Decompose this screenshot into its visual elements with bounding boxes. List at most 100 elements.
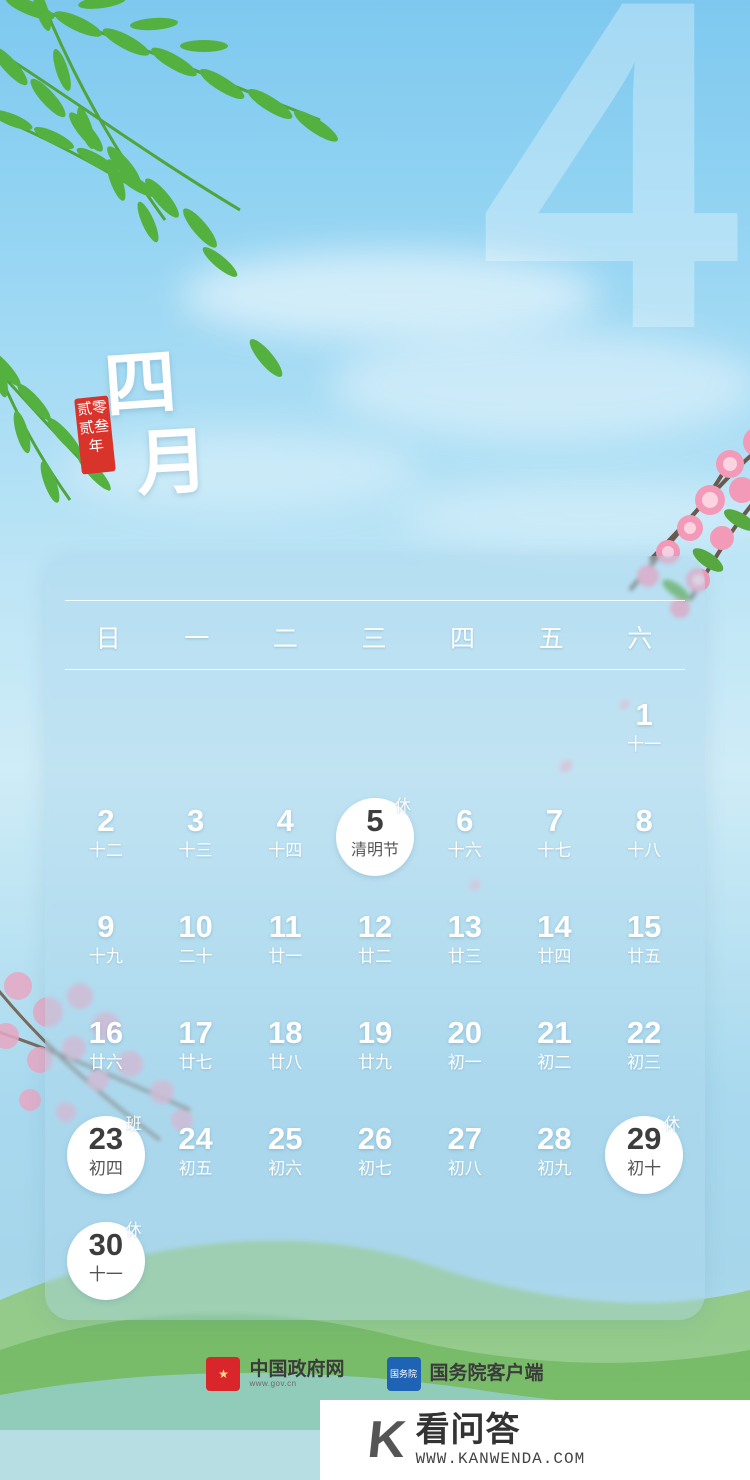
calendar-day-cell[interactable]: 17 廿七: [151, 1002, 241, 1108]
day-number: 3: [186, 803, 205, 838]
calendar-day-cell[interactable]: 6 十六: [420, 790, 510, 896]
day-lunar-label: 十九: [88, 947, 123, 966]
day-lunar-label: 初三: [627, 1053, 662, 1072]
poster-root: 4 四 月 贰零贰叁年 日 一 二 三 四 五 六 1 十一 2 十二 3 十三…: [0, 0, 750, 1480]
calendar-day-cell[interactable]: 13 廿三: [420, 896, 510, 1002]
weekday-mon: 一: [184, 626, 212, 653]
day-number: 15: [626, 909, 662, 944]
day-lunar-label: 十二: [88, 841, 123, 860]
calendar-day-cell[interactable]: 18 廿八: [240, 1002, 330, 1108]
calendar-day-cell[interactable]: 休 30 十一: [61, 1214, 151, 1320]
calendar-day-cell[interactable]: 1 十一: [599, 684, 689, 790]
day-number: 28: [537, 1121, 572, 1156]
day-lunar-label: 初五: [178, 1159, 213, 1178]
calendar-cell-empty: [510, 684, 600, 790]
calendar-cell-empty: [420, 684, 510, 790]
calendar-day-cell[interactable]: 11 廿一: [240, 896, 330, 1002]
watermark-url: WWW.KANWENDA.COM: [415, 1450, 586, 1468]
gov-logo-url: www.gov.cn: [249, 1378, 297, 1388]
day-lunar-label: 二十: [178, 947, 213, 966]
calendar-day-cell[interactable]: 27 初八: [420, 1108, 510, 1214]
day-lunar-label: 廿一: [268, 947, 303, 966]
calendar-day-cell[interactable]: 24 初五: [151, 1108, 241, 1214]
weekday-fri: 五: [538, 626, 566, 653]
calendar-day-cell[interactable]: 休 29 初十: [599, 1108, 689, 1214]
day-number: 17: [178, 1015, 213, 1050]
calendar-day-cell[interactable]: 2 十二: [61, 790, 151, 896]
calendar-cell-empty: [61, 684, 151, 790]
day-lunar-label: 初七: [357, 1159, 392, 1178]
day-number: 4: [276, 803, 294, 838]
calendar-day-cell[interactable]: 4 十四: [240, 790, 330, 896]
day-lunar-label: 廿三: [447, 947, 482, 966]
watermark-mark-icon: K: [364, 1411, 409, 1469]
calendar-day-cell[interactable]: 14 廿四: [510, 896, 600, 1002]
calendar-day-cell[interactable]: 22 初三: [599, 1002, 689, 1108]
calendar-card: 日 一 二 三 四 五 六 1 十一 2 十二 3 十三 4 十四 休 5 清明节 6 十六 7 十七 8 十八…: [45, 556, 705, 1320]
calendar-cell-empty: [240, 684, 330, 790]
weekday-thu: 四: [450, 626, 478, 653]
day-lunar-label: 初二: [537, 1053, 572, 1072]
day-number: 16: [88, 1015, 124, 1050]
day-number: 14: [537, 909, 572, 944]
calendar-day-cell[interactable]: 21 初二: [510, 1002, 600, 1108]
calendar-day-cell[interactable]: 9 十九: [61, 896, 151, 1002]
statecouncil-logo[interactable]: 国务院 国务院客户端: [386, 1357, 544, 1391]
calendar-day-cell[interactable]: 15 廿五: [599, 896, 689, 1002]
gov-logo[interactable]: ★ 中国政府网 www.gov.cn: [206, 1357, 345, 1391]
day-lunar-label: 十八: [627, 841, 662, 860]
day-lunar-label: 初八: [447, 1159, 482, 1178]
day-lunar-label: 初四: [88, 1159, 123, 1178]
day-number: 9: [97, 909, 115, 944]
day-number: 8: [635, 803, 653, 838]
calendar-day-cell[interactable]: 3 十三: [151, 790, 241, 896]
day-lunar-label: 廿五: [627, 947, 662, 966]
month-title: 四 月 贰零贰叁年: [74, 325, 298, 525]
day-number: 13: [447, 909, 482, 944]
day-tag-badge: 休: [663, 1116, 680, 1133]
watermark: K 看问答 WWW.KANWENDA.COM: [320, 1400, 750, 1480]
calendar-day-cell[interactable]: 26 初七: [330, 1108, 420, 1214]
weekday-tue: 二: [272, 626, 300, 653]
day-number: 6: [456, 803, 474, 838]
calendar-day-cell[interactable]: 班 23 初四: [61, 1108, 151, 1214]
calendar-day-cell[interactable]: 25 初六: [240, 1108, 330, 1214]
day-tag-badge: 班: [125, 1116, 142, 1133]
calendar-day-cell[interactable]: 28 初九: [510, 1108, 600, 1214]
day-number: 18: [268, 1015, 303, 1050]
calendar-grid: 1 十一 2 十二 3 十三 4 十四 休 5 清明节 6 十六 7 十七 8 十八 9 十九 10 二十 11 廿一 12 廿…: [61, 684, 689, 1320]
day-lunar-label: 十六: [447, 841, 482, 860]
day-number: 7: [545, 803, 564, 838]
day-number: 10: [178, 909, 213, 944]
month-title-char-2: 月: [134, 421, 211, 505]
footer-logos: ★ 中国政府网 www.gov.cn 国务院 国务院客户端: [0, 1357, 750, 1391]
day-lunar-label: 十四: [268, 841, 303, 860]
day-lunar-label: 廿七: [178, 1053, 213, 1072]
weekday-sun: 日: [95, 626, 123, 653]
calendar-day-cell[interactable]: 7 十七: [510, 790, 600, 896]
day-tag-badge: 休: [125, 1222, 142, 1239]
calendar-day-cell[interactable]: 8 十八: [599, 790, 689, 896]
day-lunar-label: 廿四: [537, 947, 572, 966]
day-lunar-label: 廿八: [268, 1053, 303, 1072]
calendar-day-cell[interactable]: 12 廿二: [330, 896, 420, 1002]
day-number: 12: [357, 909, 393, 944]
day-number: 21: [537, 1015, 572, 1050]
weekday-header-row: 日 一 二 三 四 五 六: [65, 600, 685, 670]
calendar-day-cell[interactable]: 休 5 清明节: [330, 790, 420, 896]
day-lunar-label: 廿九: [357, 1053, 392, 1072]
day-number: 11: [268, 909, 302, 944]
calendar-day-cell[interactable]: 16 廿六: [61, 1002, 151, 1108]
day-number: 20: [447, 1015, 482, 1050]
national-emblem-icon: ★: [206, 1357, 241, 1391]
day-lunar-label: 初十: [627, 1159, 662, 1178]
calendar-day-cell[interactable]: 20 初一: [420, 1002, 510, 1108]
day-number: 27: [447, 1121, 482, 1156]
weekday-sat: 六: [627, 626, 655, 653]
day-number: 19: [357, 1015, 393, 1050]
day-lunar-label: 清明节: [350, 842, 399, 859]
calendar-day-cell[interactable]: 10 二十: [151, 896, 241, 1002]
calendar-day-cell[interactable]: 19 廿九: [330, 1002, 420, 1108]
gov-logo-name: 中国政府网: [249, 1358, 345, 1380]
calendar-cell-empty: [330, 684, 420, 790]
